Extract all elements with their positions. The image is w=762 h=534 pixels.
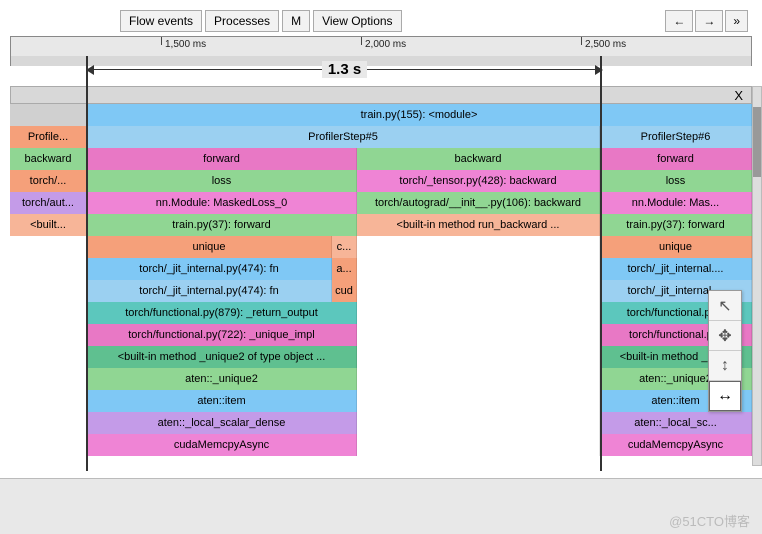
spacer (10, 390, 87, 412)
nav-prev-button[interactable]: ← (665, 10, 693, 32)
span-tensor-backward[interactable]: torch/_tensor.py(428): backward (357, 170, 600, 192)
tick-label: 2,500 ms (585, 39, 626, 50)
span-profilerstep5[interactable]: ProfilerStep#5 (87, 126, 600, 148)
spacer (10, 346, 87, 368)
span-train-module[interactable]: train.py(155): <module> (87, 104, 752, 126)
span-c[interactable]: c... (332, 236, 357, 258)
bottom-panel (0, 478, 762, 534)
spacer (357, 302, 600, 324)
spacer (10, 280, 87, 302)
span-forward-2[interactable]: forward (600, 148, 752, 170)
range-indicator: 1.3 s (87, 60, 602, 78)
flow-events-button[interactable]: Flow events (120, 10, 202, 32)
span-cuda-memcpy-2[interactable]: cudaMemcpyAsync (600, 434, 752, 456)
close-button[interactable]: X (10, 86, 752, 104)
tracks-area[interactable]: X train.py(155): <module> Profile... Pro… (10, 86, 752, 456)
spacer (357, 280, 600, 302)
span-local-scalar[interactable]: aten::_local_scalar_dense (87, 412, 357, 434)
span-jit-internal-b[interactable]: torch/_jit_internal.py(474): fn (87, 280, 332, 302)
span-jit-internal[interactable]: torch/_jit_internal.py(474): fn (87, 258, 332, 280)
span-backward-2[interactable]: backward (357, 148, 600, 170)
span-backward[interactable]: backward (10, 148, 87, 170)
span-train-forward-2[interactable]: train.py(37): forward (600, 214, 752, 236)
nav-next-button[interactable]: → (695, 10, 723, 32)
tick-label: 1,500 ms (165, 39, 206, 50)
spacer (357, 434, 600, 456)
track-label-spacer (10, 104, 87, 126)
tool-palette: ↖ ✥ ↕ ↔ (708, 290, 742, 412)
spacer (10, 258, 87, 280)
spacer (357, 236, 600, 258)
spacer (10, 236, 87, 258)
spacer (10, 302, 87, 324)
span-torch[interactable]: torch/... (10, 170, 87, 192)
spacer (357, 412, 600, 434)
nav-expand-button[interactable]: » (725, 10, 748, 32)
spacer (10, 412, 87, 434)
processes-button[interactable]: Processes (205, 10, 279, 32)
spacer (357, 258, 600, 280)
range-label: 1.3 s (322, 61, 367, 78)
span-autograd-init[interactable]: torch/autograd/__init__.py(106): backwar… (357, 192, 600, 214)
vertical-zoom-tool-icon[interactable]: ↕ (709, 351, 741, 381)
spacer (10, 368, 87, 390)
spacer (357, 324, 600, 346)
span-a[interactable]: a... (332, 258, 357, 280)
span-forward[interactable]: forward (87, 148, 357, 170)
span-local-scalar-2[interactable]: aten::_local_sc... (600, 412, 752, 434)
span-maskedloss[interactable]: nn.Module: MaskedLoss_0 (87, 192, 357, 214)
pan-tool-icon[interactable]: ✥ (709, 321, 741, 351)
spacer (357, 346, 600, 368)
span-builtin[interactable]: <built... (10, 214, 87, 236)
spacer (10, 434, 87, 456)
span-loss-2[interactable]: loss (600, 170, 752, 192)
selection-left-line[interactable] (86, 56, 88, 471)
span-maskedloss-2[interactable]: nn.Module: Mas... (600, 192, 752, 214)
spacer (10, 324, 87, 346)
span-cuda-memcpy[interactable]: cudaMemcpyAsync (87, 434, 357, 456)
span-aten-unique2[interactable]: aten::_unique2 (87, 368, 357, 390)
span-builtin-unique2[interactable]: <built-in method _unique2 of type object… (87, 346, 357, 368)
watermark: @51CTO博客 (669, 511, 750, 530)
scrollbar-thumb[interactable] (753, 107, 761, 177)
horizontal-zoom-tool-icon[interactable]: ↔ (709, 381, 741, 411)
span-train-forward[interactable]: train.py(37): forward (87, 214, 357, 236)
span-run-backward[interactable]: <built-in method run_backward ... (357, 214, 600, 236)
span-profilerstep6[interactable]: ProfilerStep#6 (600, 126, 752, 148)
span-cud[interactable]: cud (332, 280, 357, 302)
span-unique-impl[interactable]: torch/functional.py(722): _unique_impl (87, 324, 357, 346)
spacer (357, 390, 600, 412)
span-aten-item[interactable]: aten::item (87, 390, 357, 412)
span-torch-aut[interactable]: torch/aut... (10, 192, 87, 214)
selection-right-line[interactable] (600, 56, 602, 471)
span-jit-internal-2[interactable]: torch/_jit_internal.... (600, 258, 752, 280)
span-profile[interactable]: Profile... (10, 126, 87, 148)
tick-label: 2,000 ms (365, 39, 406, 50)
span-loss[interactable]: loss (87, 170, 357, 192)
m-button[interactable]: M (282, 10, 310, 32)
ruler[interactable]: 1,500 ms 2,000 ms 2,500 ms (10, 36, 752, 58)
pointer-tool-icon[interactable]: ↖ (709, 291, 741, 321)
scrollbar-vertical[interactable] (752, 86, 762, 466)
span-unique-2[interactable]: unique (600, 236, 752, 258)
view-options-button[interactable]: View Options (313, 10, 401, 32)
span-return-output[interactable]: torch/functional.py(879): _return_output (87, 302, 357, 324)
span-unique[interactable]: unique (87, 236, 332, 258)
spacer (357, 368, 600, 390)
